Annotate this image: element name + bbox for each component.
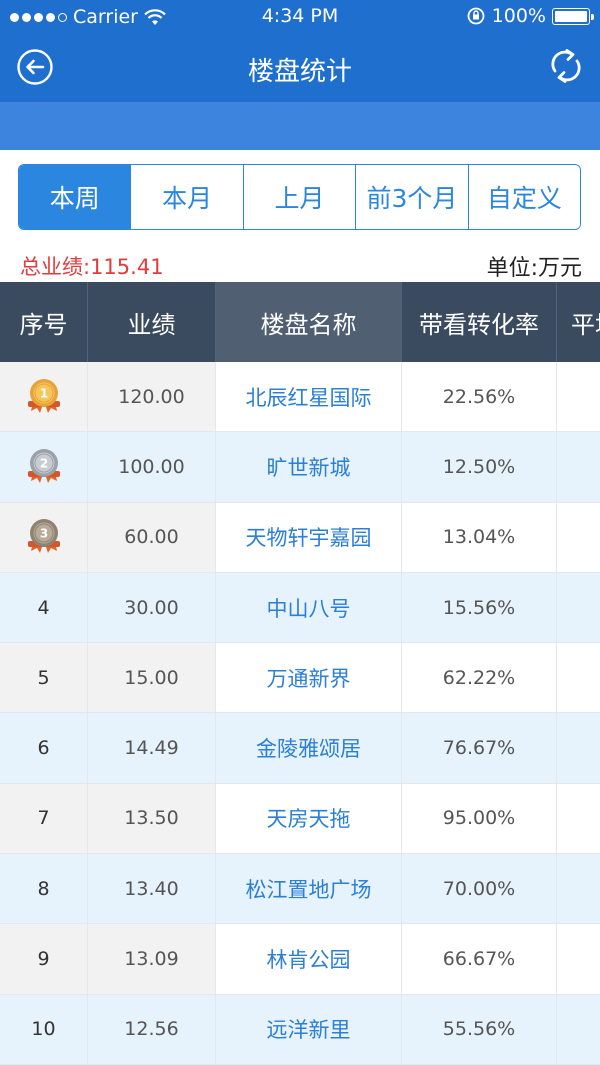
status-bar: Carrier 4:34 PM 100% <box>0 0 600 34</box>
cell-property-name[interactable]: 林肯公园 <box>216 924 402 994</box>
cell-average <box>557 503 600 572</box>
cell-performance: 13.09 <box>88 924 216 994</box>
cell-performance: 13.40 <box>88 854 216 924</box>
table-row[interactable]: 2 100.00 旷世新城 12.50% <box>0 432 600 503</box>
header-property-name[interactable]: 楼盘名称 <box>216 282 402 362</box>
cell-property-name[interactable]: 金陵雅颂居 <box>216 713 402 783</box>
gold-medal-icon: 1 <box>26 378 61 413</box>
battery-percent: 100% <box>491 5 546 27</box>
table-row[interactable]: 4 30.00 中山八号 15.56% <box>0 572 600 644</box>
orientation-lock-icon <box>467 7 485 25</box>
header-conversion-rate[interactable]: 带看转化率 <box>402 282 557 362</box>
cell-average <box>557 573 600 642</box>
cell-conversion-rate: 12.50% <box>402 432 557 502</box>
cell-property-name[interactable]: 天物轩宇嘉园 <box>216 502 402 572</box>
cell-average <box>557 362 600 431</box>
table-row[interactable]: 9 13.09 林肯公园 66.67% <box>0 924 600 995</box>
cell-average <box>557 713 600 782</box>
cell-conversion-rate: 95.00% <box>402 783 557 854</box>
cell-performance: 12.56 <box>88 994 216 1064</box>
cell-average <box>557 784 600 853</box>
table-row[interactable]: 10 12.56 远洋新里 55.56% <box>0 994 600 1065</box>
page-title: 楼盘统计 <box>247 57 352 87</box>
table-row[interactable]: 3 60.00 天物轩宇嘉园 13.04% <box>0 502 600 573</box>
cell-conversion-rate: 62.22% <box>402 643 557 713</box>
silver-medal-icon: 2 <box>26 448 61 483</box>
cell-conversion-rate: 55.56% <box>402 994 557 1064</box>
segment-this-week[interactable]: 本周 <box>19 165 132 229</box>
svg-text:2: 2 <box>39 456 47 470</box>
cell-average <box>557 854 600 923</box>
table-row[interactable]: 8 13.40 松江置地广场 70.00% <box>0 854 600 925</box>
status-right: 100% <box>466 5 594 27</box>
cell-conversion-rate: 13.04% <box>402 502 557 572</box>
cell-rank: 4 <box>0 572 88 643</box>
header-performance[interactable]: 业绩 <box>88 282 216 362</box>
cell-conversion-rate: 15.56% <box>402 572 557 643</box>
cell-conversion-rate: 66.67% <box>402 924 557 994</box>
cell-property-name[interactable]: 松江置地广场 <box>216 854 402 924</box>
header-average[interactable]: 平均 <box>557 282 600 362</box>
header-rank[interactable]: 序号 <box>0 282 88 362</box>
period-segmented-control: 本周 本月 上月 前3个月 自定义 <box>18 164 581 230</box>
total-performance: 总业绩:115.41 <box>20 255 164 279</box>
svg-text:1: 1 <box>39 386 47 400</box>
cell-performance: 30.00 <box>88 572 216 643</box>
cell-average <box>557 432 600 501</box>
table-header: 序号 业绩 楼盘名称 带看转化率 平均 <box>0 282 600 362</box>
cell-property-name[interactable]: 天房天拖 <box>216 783 402 854</box>
header-band <box>0 102 600 150</box>
cell-rank: 3 <box>0 502 88 572</box>
cell-performance: 100.00 <box>88 432 216 502</box>
svg-text:3: 3 <box>39 527 47 541</box>
cell-rank: 1 <box>0 362 88 432</box>
cell-rank: 7 <box>0 783 88 854</box>
table-row[interactable]: 1 120.00 北辰红星国际 22.56% <box>0 362 600 433</box>
cell-property-name[interactable]: 远洋新里 <box>216 994 402 1064</box>
segment-last-3-months[interactable]: 前3个月 <box>356 165 469 229</box>
cell-average <box>557 924 600 993</box>
cell-conversion-rate: 22.56% <box>402 362 557 432</box>
table-body: 1 120.00 北辰红星国际 22.56% 2 100.00 旷世新城 12.50% … <box>0 362 600 1065</box>
cell-performance: 120.00 <box>88 362 216 432</box>
cell-rank: 6 <box>0 713 88 783</box>
ranking-table: 序号 业绩 楼盘名称 带看转化率 平均 1 120.00北辰红星国际22.56%… <box>0 282 600 1065</box>
cell-performance: 14.49 <box>88 713 216 783</box>
table-row[interactable]: 7 13.50 天房天拖 95.00% <box>0 783 600 855</box>
cell-property-name[interactable]: 万通新界 <box>216 643 402 713</box>
segment-this-month[interactable]: 本月 <box>131 165 244 229</box>
cell-average <box>557 643 600 712</box>
cell-rank: 5 <box>0 643 88 713</box>
refresh-icon[interactable] <box>546 46 586 86</box>
cell-rank: 2 <box>0 432 88 502</box>
cell-property-name[interactable]: 中山八号 <box>216 572 402 643</box>
cell-performance: 60.00 <box>88 502 216 572</box>
nav-bar: 楼盘统计 <box>0 34 600 102</box>
segment-last-month[interactable]: 上月 <box>243 165 357 229</box>
battery-icon <box>552 7 594 25</box>
cell-rank: 8 <box>0 854 88 924</box>
cell-conversion-rate: 70.00% <box>402 854 557 924</box>
cell-property-name[interactable]: 旷世新城 <box>216 432 402 502</box>
segment-custom[interactable]: 自定义 <box>468 165 580 229</box>
cell-performance: 15.00 <box>88 643 216 713</box>
cell-rank: 9 <box>0 924 88 994</box>
cell-average <box>557 995 600 1064</box>
unit-label: 单位:万元 <box>486 256 582 281</box>
cell-conversion-rate: 76.67% <box>402 713 557 783</box>
cell-performance: 13.50 <box>88 783 216 854</box>
table-row[interactable]: 6 14.49 金陵雅颂居 76.67% <box>0 713 600 784</box>
cell-property-name[interactable]: 北辰红星国际 <box>216 362 402 432</box>
bronze-medal-icon: 3 <box>26 519 61 554</box>
table-row[interactable]: 5 15.00 万通新界 62.22% <box>0 643 600 714</box>
cell-rank: 10 <box>0 994 88 1064</box>
